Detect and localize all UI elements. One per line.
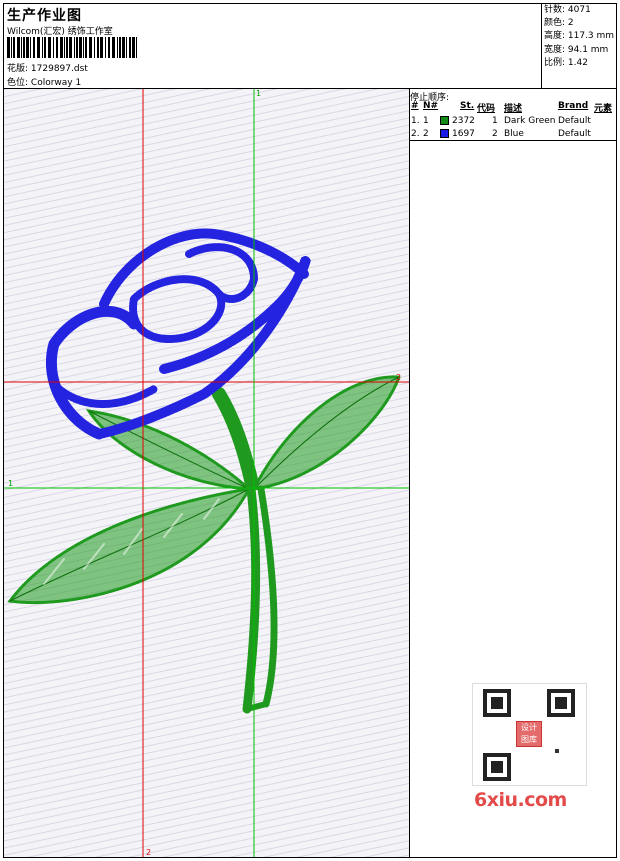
row-stitches: 1697 [452,129,475,139]
row-code: 2 [492,129,498,139]
studio-subtitle: Wilcom(汇宏) 绣饰工作室 [7,27,113,37]
design-width: 宽度: 94.1 mm [544,44,609,55]
row-code: 1 [492,116,498,126]
color-swatch-green [440,116,449,125]
row-brand: Default [558,116,591,126]
col-header-code: 代码 [477,104,496,114]
red-vertical-axis-label: 2 [146,848,151,857]
design-canvas[interactable]: 1 1 2 2 [4,89,409,857]
row-index: 1. [411,116,420,126]
row-stitches: 2372 [452,116,475,126]
blue-stitches [45,228,311,440]
row-description: Blue [504,129,524,139]
barcode-icon [7,37,137,58]
col-header-stitches: St. [460,101,475,111]
colorway-value: Colorway 1 [30,78,82,88]
green-horizontal-axis-label: 1 [8,479,13,488]
watermark-site-name: 6xiu.com [474,789,567,811]
qr-code-icon[interactable]: 设计 图库 [472,683,587,786]
stitch-count: 针数: 4071 [544,5,591,15]
design-name-row: 花版: 1729897.dst [7,61,88,74]
red-horizontal-axis-label: 2 [396,373,401,382]
design-value: 1729897.dst [30,64,88,74]
table-bottom-divider [410,140,616,141]
row-number: 1 [423,116,429,126]
green-vertical-axis-label: 1 [256,89,261,98]
row-number: 2 [423,129,429,139]
seal-stamp: 设计 图库 [516,721,542,747]
col-header-element: 元素 [594,104,613,114]
col-header-description: 描述 [504,104,523,114]
colorway-row: 色位: Colorway 1 [7,75,81,88]
design-label: 花版: [7,64,29,74]
row-brand: Default [558,129,591,139]
col-header-hash: # [411,101,419,111]
design-stats: 针数: 4071 颜色: 2 高度: 117.3 mm 宽度: 94.1 mm … [541,4,616,88]
color-swatch-blue [440,129,449,138]
page-title: 生产作业图 [7,8,82,24]
embroidery-preview: 1 1 2 2 [4,89,409,857]
seal-text-top: 设计 [521,723,537,732]
row-index: 2. [411,129,420,139]
col-header-brand: Brand [558,101,589,111]
col-header-no: N# [423,101,439,111]
design-height: 高度: 117.3 mm [544,31,615,42]
colorway-label: 色位: [7,78,29,88]
seal-text-bottom: 图库 [521,735,537,744]
row-description: Dark Green [504,116,556,126]
design-scale: 比例: 1.42 [544,57,588,68]
color-count: 颜色: 2 [544,18,574,29]
green-stitches [7,375,402,714]
